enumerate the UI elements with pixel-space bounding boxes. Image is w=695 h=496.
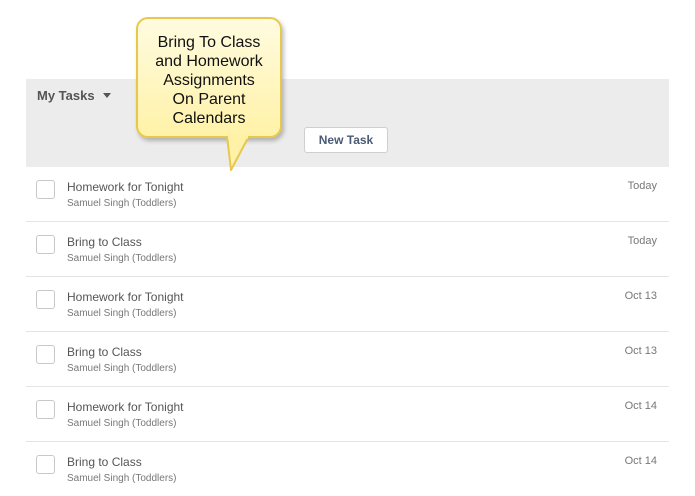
task-date: Oct 13 [624,345,657,357]
callout-line: Bring To Class [157,34,261,51]
task-student: Samuel Singh (Toddlers) [67,253,177,264]
task-title[interactable]: Homework for Tonight [67,400,184,414]
task-title[interactable]: Bring to Class [67,345,142,359]
task-row: Bring to Class Samuel Singh (Toddlers) O… [26,332,669,387]
task-list: Homework for Tonight Samuel Singh (Toddl… [26,167,669,496]
callout-line: On Parent [172,91,246,108]
task-title[interactable]: Homework for Tonight [67,290,184,304]
my-tasks-title: My Tasks [37,88,95,103]
callout-pointer [226,136,250,171]
task-row: Bring to Class Samuel Singh (Toddlers) T… [26,222,669,277]
task-row: Bring to Class Samuel Singh (Toddlers) O… [26,442,669,496]
task-row: Homework for Tonight Samuel Singh (Toddl… [26,167,669,222]
task-title[interactable]: Bring to Class [67,235,142,249]
task-date: Oct 14 [624,455,657,467]
task-date: Oct 13 [624,290,657,302]
callout-line: and Homework [155,53,263,70]
task-date: Today [627,235,657,247]
task-checkbox[interactable] [36,290,55,309]
annotation-callout: Bring To Class and Homework Assignments … [136,17,282,138]
task-student: Samuel Singh (Toddlers) [67,473,177,484]
task-checkbox[interactable] [36,345,55,364]
task-title[interactable]: Homework for Tonight [67,180,184,194]
new-task-button[interactable]: New Task [304,127,388,153]
task-student: Samuel Singh (Toddlers) [67,418,177,429]
task-row: Homework for Tonight Samuel Singh (Toddl… [26,387,669,442]
task-student: Samuel Singh (Toddlers) [67,308,177,319]
task-checkbox[interactable] [36,400,55,419]
my-tasks-dropdown[interactable]: My Tasks [37,88,111,103]
task-checkbox[interactable] [36,455,55,474]
callout-line: Assignments [163,72,255,89]
callout-line: Calendars [172,110,246,127]
task-checkbox[interactable] [36,235,55,254]
task-date: Oct 14 [624,400,657,412]
task-title[interactable]: Bring to Class [67,455,142,469]
task-row: Homework for Tonight Samuel Singh (Toddl… [26,277,669,332]
caret-down-icon [102,93,111,98]
task-student: Samuel Singh (Toddlers) [67,363,177,374]
task-checkbox[interactable] [36,180,55,199]
task-student: Samuel Singh (Toddlers) [67,198,177,209]
tasks-header: My Tasks New Task [26,79,669,167]
task-date: Today [627,180,657,192]
